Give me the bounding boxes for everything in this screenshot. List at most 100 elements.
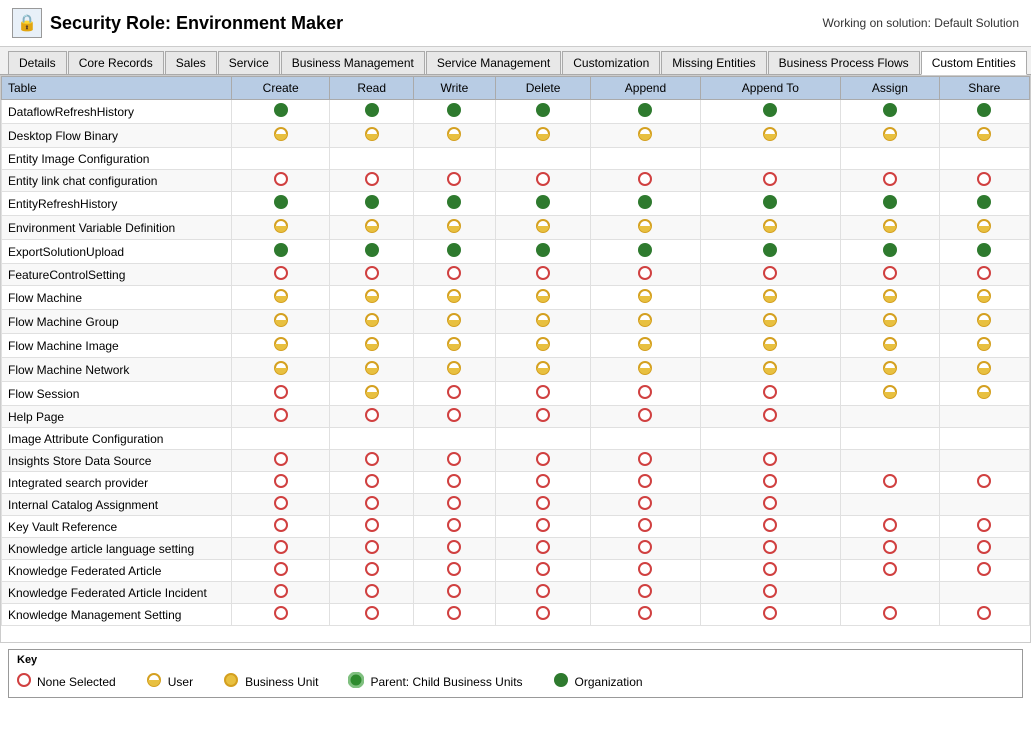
perm-assign[interactable] (841, 428, 939, 450)
none-selected-icon[interactable] (17, 673, 31, 690)
perm-share[interactable] (939, 560, 1029, 582)
perm-appendTo[interactable] (700, 604, 841, 626)
business-unit-icon[interactable] (223, 672, 239, 691)
user-icon[interactable] (364, 293, 380, 307)
user-icon[interactable] (364, 131, 380, 145)
perm-create[interactable] (232, 406, 330, 428)
perm-append[interactable] (591, 192, 700, 216)
user-icon[interactable] (273, 293, 289, 307)
perm-delete[interactable] (495, 334, 591, 358)
perm-read[interactable] (330, 124, 414, 148)
perm-appendTo[interactable] (700, 472, 841, 494)
perm-appendTo[interactable] (700, 100, 841, 124)
perm-write[interactable] (413, 538, 495, 560)
perm-share[interactable] (939, 538, 1029, 560)
user-icon[interactable] (976, 389, 992, 403)
perm-share[interactable] (939, 286, 1029, 310)
perm-delete[interactable] (495, 604, 591, 626)
none-selected-icon[interactable] (536, 269, 550, 283)
perm-append[interactable] (591, 604, 700, 626)
perm-write[interactable] (413, 192, 495, 216)
none-selected-icon[interactable] (274, 455, 288, 469)
perm-read[interactable] (330, 170, 414, 192)
none-selected-icon[interactable] (536, 175, 550, 189)
none-selected-icon[interactable] (536, 565, 550, 579)
none-selected-icon[interactable] (883, 477, 897, 491)
perm-appendTo[interactable] (700, 428, 841, 450)
none-selected-icon[interactable] (977, 609, 991, 623)
perm-create[interactable] (232, 264, 330, 286)
none-selected-icon[interactable] (274, 477, 288, 491)
user-icon[interactable] (882, 317, 898, 331)
organization-icon[interactable] (364, 247, 380, 261)
none-selected-icon[interactable] (365, 609, 379, 623)
none-selected-icon[interactable] (763, 587, 777, 601)
perm-append[interactable] (591, 582, 700, 604)
perm-assign[interactable] (841, 406, 939, 428)
perm-delete[interactable] (495, 406, 591, 428)
user-icon[interactable] (146, 672, 162, 691)
perm-read[interactable] (330, 334, 414, 358)
user-icon[interactable] (535, 223, 551, 237)
organization-icon[interactable] (976, 199, 992, 213)
tab-service-management[interactable]: Service Management (426, 51, 561, 74)
none-selected-icon[interactable] (883, 565, 897, 579)
user-icon[interactable] (273, 341, 289, 355)
user-icon[interactable] (882, 341, 898, 355)
none-selected-icon[interactable] (274, 609, 288, 623)
perm-assign[interactable] (841, 582, 939, 604)
user-icon[interactable] (535, 293, 551, 307)
perm-appendTo[interactable] (700, 450, 841, 472)
none-selected-icon[interactable] (274, 587, 288, 601)
none-selected-icon[interactable] (447, 388, 461, 402)
perm-appendTo[interactable] (700, 334, 841, 358)
organization-icon[interactable] (553, 672, 569, 691)
perm-create[interactable] (232, 382, 330, 406)
perm-assign[interactable] (841, 170, 939, 192)
none-selected-icon[interactable] (447, 565, 461, 579)
none-selected-icon[interactable] (365, 269, 379, 283)
tab-details[interactable]: Details (8, 51, 67, 74)
organization-icon[interactable] (976, 247, 992, 261)
perm-delete[interactable] (495, 428, 591, 450)
perm-assign[interactable] (841, 516, 939, 538)
perm-share[interactable] (939, 472, 1029, 494)
perm-appendTo[interactable] (700, 538, 841, 560)
user-icon[interactable] (882, 389, 898, 403)
perm-write[interactable] (413, 286, 495, 310)
perm-read[interactable] (330, 582, 414, 604)
none-selected-icon[interactable] (447, 455, 461, 469)
perm-write[interactable] (413, 472, 495, 494)
perm-delete[interactable] (495, 516, 591, 538)
organization-icon[interactable] (762, 247, 778, 261)
perm-create[interactable] (232, 516, 330, 538)
perm-appendTo[interactable] (700, 192, 841, 216)
perm-assign[interactable] (841, 560, 939, 582)
user-icon[interactable] (364, 341, 380, 355)
perm-create[interactable] (232, 240, 330, 264)
perm-assign[interactable] (841, 192, 939, 216)
perm-appendTo[interactable] (700, 494, 841, 516)
perm-share[interactable] (939, 604, 1029, 626)
user-icon[interactable] (976, 293, 992, 307)
perm-share[interactable] (939, 148, 1029, 170)
perm-assign[interactable] (841, 310, 939, 334)
perm-share[interactable] (939, 124, 1029, 148)
perm-append[interactable] (591, 124, 700, 148)
organization-icon[interactable] (446, 199, 462, 213)
none-selected-icon[interactable] (883, 609, 897, 623)
none-selected-icon[interactable] (365, 175, 379, 189)
perm-assign[interactable] (841, 240, 939, 264)
perm-append[interactable] (591, 334, 700, 358)
perm-create[interactable] (232, 216, 330, 240)
user-icon[interactable] (364, 389, 380, 403)
user-icon[interactable] (637, 317, 653, 331)
perm-append[interactable] (591, 170, 700, 192)
none-selected-icon[interactable] (536, 411, 550, 425)
none-selected-icon[interactable] (365, 455, 379, 469)
none-selected-icon[interactable] (883, 175, 897, 189)
none-selected-icon[interactable] (447, 587, 461, 601)
perm-create[interactable] (232, 450, 330, 472)
tab-sales[interactable]: Sales (165, 51, 217, 74)
perm-append[interactable] (591, 450, 700, 472)
